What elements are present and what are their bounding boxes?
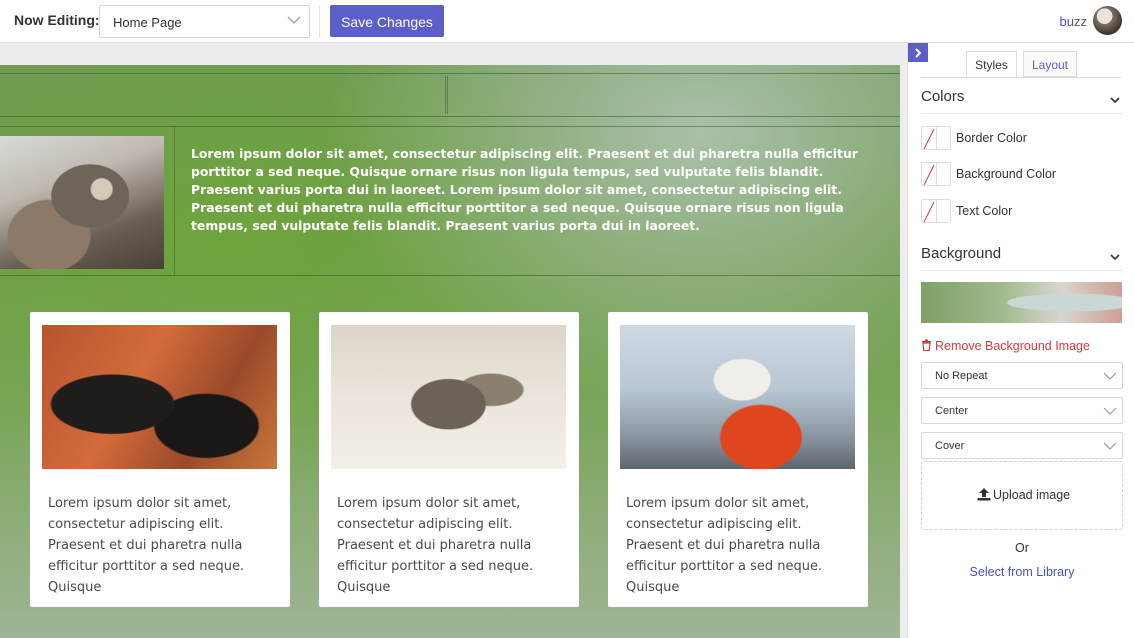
empty-row-section[interactable]: [0, 73, 900, 117]
card-text[interactable]: Lorem ipsum dolor sit amet, consectetur …: [48, 493, 276, 598]
hero-paragraph[interactable]: Lorem ipsum dolor sit amet, consectetur …: [191, 145, 881, 235]
background-color-label: Background Color: [956, 167, 1057, 181]
swatch-divider: [936, 163, 937, 185]
text-color-row[interactable]: Text Color: [921, 199, 1121, 223]
text-color-swatch[interactable]: [921, 199, 951, 223]
chevron-down-icon: [1103, 407, 1117, 415]
chevron-down-icon: [1103, 442, 1117, 450]
tab-styles[interactable]: Styles: [966, 51, 1017, 77]
chevron-down-icon: [1103, 372, 1117, 380]
background-size-select[interactable]: Cover: [921, 432, 1123, 459]
card-text[interactable]: Lorem ipsum dolor sit amet, consectetur …: [626, 493, 854, 598]
tab-layout[interactable]: Layout: [1023, 51, 1077, 77]
upload-image-dropzone[interactable]: Upload image: [921, 461, 1123, 530]
card-image-dogs[interactable]: [42, 325, 277, 469]
chevron-down-icon: [1110, 254, 1120, 261]
remove-background-link[interactable]: Remove Background Image: [921, 339, 1090, 353]
card-image-cat[interactable]: [331, 325, 566, 469]
colors-section-header[interactable]: Colors: [921, 88, 1123, 114]
top-bar: Now Editing: Home Page Save Changes buzz: [0, 0, 1134, 43]
background-position-value: Center: [935, 405, 969, 417]
column-divider: [445, 76, 448, 114]
background-color-row[interactable]: Background Color: [921, 162, 1121, 186]
styles-panel: Styles Layout Colors Border Color Backgr…: [907, 43, 1134, 638]
hero-row-section[interactable]: Lorem ipsum dolor sit amet, consectetur …: [0, 126, 900, 276]
text-color-label: Text Color: [956, 204, 1013, 218]
swatch-divider: [936, 200, 937, 222]
page-select-value: Home Page: [113, 15, 182, 30]
select-from-library-link[interactable]: Select from Library: [921, 565, 1123, 579]
user-name-link[interactable]: buzz: [1060, 14, 1087, 29]
save-changes-button[interactable]: Save Changes: [330, 5, 444, 37]
background-size-value: Cover: [935, 440, 965, 452]
swatch-divider: [936, 127, 937, 149]
trash-icon: [922, 339, 931, 351]
chevron-down-icon: [1110, 97, 1120, 104]
no-color-icon: [923, 128, 935, 149]
chevron-right-icon: [915, 48, 922, 58]
upload-icon: [977, 488, 991, 501]
column-divider: [174, 127, 175, 275]
colors-section-title: Colors: [921, 88, 965, 105]
background-repeat-value: No Repeat: [935, 370, 988, 382]
divider: [319, 6, 320, 38]
editor-canvas: Lorem ipsum dolor sit amet, consectetur …: [0, 43, 907, 638]
or-separator: Or: [1015, 541, 1029, 555]
upload-image-button[interactable]: Upload image: [977, 488, 1070, 502]
remove-background-label: Remove Background Image: [935, 339, 1090, 353]
background-position-select[interactable]: Center: [921, 397, 1123, 424]
border-color-label: Border Color: [956, 131, 1027, 145]
card-image-cat-bridge[interactable]: [620, 325, 855, 469]
page-select[interactable]: Home Page: [99, 5, 310, 38]
upload-image-label: Upload image: [993, 488, 1071, 502]
border-color-swatch[interactable]: [921, 126, 951, 150]
collapse-panel-button[interactable]: [908, 43, 928, 62]
border-color-row[interactable]: Border Color: [921, 126, 1121, 150]
chevron-down-icon: [287, 16, 301, 24]
hero-cat-image[interactable]: [0, 136, 164, 269]
background-repeat-select[interactable]: No Repeat: [921, 362, 1123, 389]
card-1[interactable]: Lorem ipsum dolor sit amet, consectetur …: [30, 312, 290, 607]
no-color-icon: [923, 164, 935, 185]
background-image-thumbnail: [921, 282, 1122, 323]
background-color-swatch[interactable]: [921, 162, 951, 186]
no-color-icon: [923, 201, 935, 222]
background-section-header[interactable]: Background: [921, 245, 1123, 271]
page-preview[interactable]: Lorem ipsum dolor sit amet, consectetur …: [0, 65, 900, 638]
card-3[interactable]: Lorem ipsum dolor sit amet, consectetur …: [608, 312, 868, 607]
card-2[interactable]: Lorem ipsum dolor sit amet, consectetur …: [319, 312, 579, 607]
tabs-divider: [921, 77, 1121, 78]
card-text[interactable]: Lorem ipsum dolor sit amet, consectetur …: [337, 493, 565, 598]
avatar[interactable]: [1093, 6, 1122, 35]
background-section-title: Background: [921, 245, 1002, 262]
now-editing-label: Now Editing:: [14, 12, 100, 28]
